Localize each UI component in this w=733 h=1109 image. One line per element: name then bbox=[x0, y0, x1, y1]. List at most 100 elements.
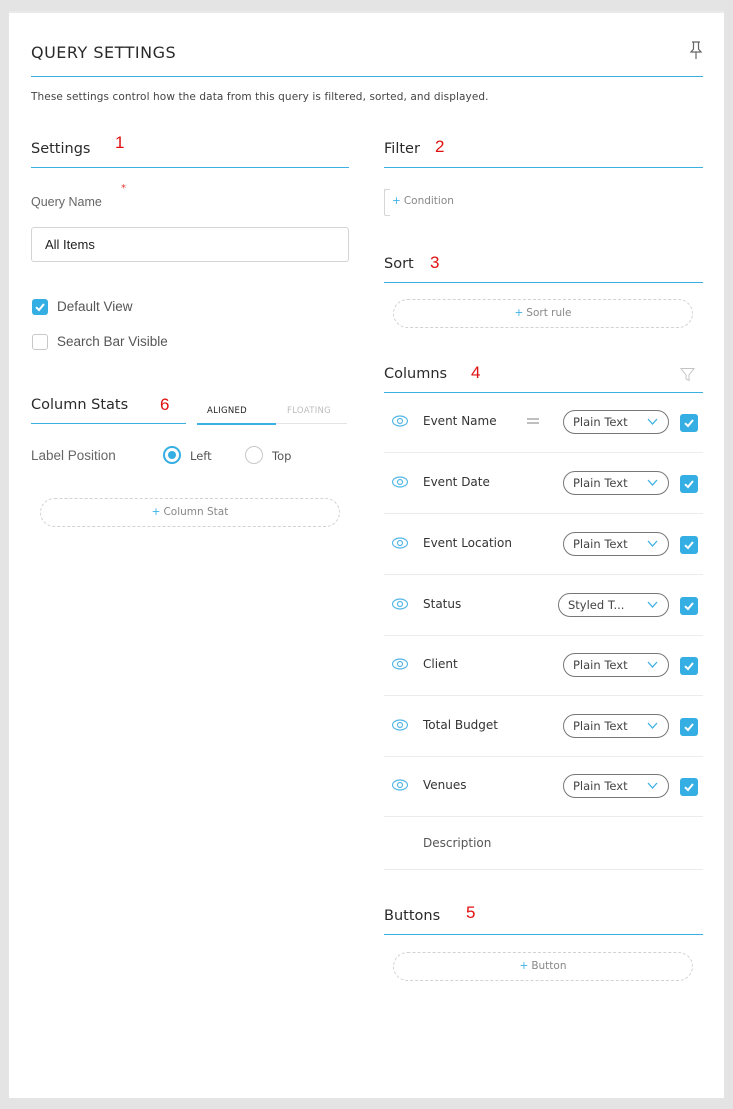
add-column-stat-button[interactable]: + Column Stat bbox=[40, 498, 340, 527]
column-name-description: Description bbox=[423, 836, 492, 850]
column-row[interactable]: Client Plain Text bbox=[384, 635, 703, 696]
drag-handle-icon[interactable] bbox=[526, 417, 540, 425]
check-icon bbox=[684, 541, 694, 550]
search-bar-visible-label: Search Bar Visible bbox=[57, 334, 168, 349]
settings-section-title: Settings bbox=[31, 137, 349, 168]
column-row[interactable]: Status Styled T... bbox=[384, 575, 703, 636]
eye-icon[interactable] bbox=[391, 718, 409, 732]
chevron-down-icon bbox=[647, 540, 658, 547]
column-visible-checkbox[interactable] bbox=[680, 536, 698, 554]
query-name-label: Query Name bbox=[31, 195, 102, 209]
column-type-value: Plain Text bbox=[573, 719, 628, 733]
plus-icon: + bbox=[514, 307, 524, 319]
column-name: Venues bbox=[423, 778, 467, 792]
settings-description: These settings control how the data from… bbox=[31, 91, 489, 103]
sort-title: Sort bbox=[384, 256, 414, 272]
pin-icon[interactable] bbox=[689, 41, 703, 61]
check-icon bbox=[684, 419, 694, 428]
column-visible-checkbox[interactable] bbox=[680, 475, 698, 493]
check-icon bbox=[684, 662, 694, 671]
column-type-select[interactable]: Plain Text bbox=[563, 410, 669, 434]
column-type-value: Plain Text bbox=[573, 658, 628, 672]
filter-section-title: Filter bbox=[384, 137, 703, 168]
column-visible-checkbox[interactable] bbox=[680, 597, 698, 615]
add-sort-rule-label: Sort rule bbox=[526, 307, 572, 319]
column-type-select[interactable]: Plain Text bbox=[563, 714, 669, 738]
check-icon bbox=[684, 723, 694, 732]
column-stats-tabs: ALIGNED FLOATING bbox=[197, 402, 347, 425]
check-icon bbox=[684, 480, 694, 489]
column-type-select[interactable]: Plain Text bbox=[563, 532, 669, 556]
eye-icon[interactable] bbox=[391, 778, 409, 792]
column-visible-checkbox[interactable] bbox=[680, 718, 698, 736]
column-type-value: Plain Text bbox=[573, 537, 628, 551]
annotation-number: 6 bbox=[160, 395, 170, 414]
column-type-select[interactable]: Plain Text bbox=[563, 471, 669, 495]
active-tab-indicator bbox=[197, 423, 276, 425]
add-condition-button[interactable]: + Condition bbox=[384, 189, 454, 216]
column-row[interactable]: Event Location Plain Text bbox=[384, 514, 703, 575]
add-button-button[interactable]: + Button bbox=[393, 952, 693, 981]
radio-top[interactable] bbox=[245, 446, 263, 464]
eye-icon[interactable] bbox=[391, 536, 409, 550]
column-visible-checkbox[interactable] bbox=[680, 778, 698, 796]
radio-left[interactable] bbox=[163, 446, 181, 464]
buttons-section-title: Buttons bbox=[384, 904, 703, 935]
add-sort-rule-button[interactable]: + Sort rule bbox=[393, 299, 693, 328]
eye-icon[interactable] bbox=[391, 475, 409, 489]
chevron-down-icon bbox=[647, 782, 658, 789]
tab-aligned[interactable]: ALIGNED bbox=[207, 406, 247, 416]
column-type-select[interactable]: Plain Text bbox=[563, 653, 669, 677]
column-type-value: Styled T... bbox=[568, 598, 625, 612]
column-type-value: Plain Text bbox=[573, 476, 628, 490]
radio-top-label: Top bbox=[272, 449, 292, 463]
chevron-down-icon bbox=[647, 722, 658, 729]
check-icon bbox=[684, 602, 694, 611]
column-name: Total Budget bbox=[423, 718, 498, 732]
column-row[interactable]: Event Date Plain Text bbox=[384, 453, 703, 514]
filter-title: Filter bbox=[384, 141, 420, 157]
chevron-down-icon bbox=[647, 479, 658, 486]
columns-title: Columns bbox=[384, 366, 448, 382]
annotation-number: 2 bbox=[435, 137, 445, 156]
page-title: QUERY SETTINGS bbox=[31, 43, 177, 62]
eye-icon[interactable] bbox=[391, 657, 409, 671]
search-bar-visible-checkbox[interactable] bbox=[32, 334, 48, 350]
plus-icon: + bbox=[519, 960, 529, 972]
column-visible-checkbox[interactable] bbox=[680, 414, 698, 432]
default-view-label: Default View bbox=[57, 299, 133, 314]
eye-icon[interactable] bbox=[391, 597, 409, 611]
chevron-down-icon bbox=[647, 661, 658, 668]
annotation-number: 1 bbox=[115, 133, 125, 152]
column-row[interactable]: Event Name Plain Text bbox=[384, 392, 703, 453]
plus-icon: + bbox=[392, 195, 401, 207]
add-column-stat-label: Column Stat bbox=[163, 506, 229, 518]
column-row[interactable]: Total Budget Plain Text bbox=[384, 696, 703, 757]
columns-section-title: Columns bbox=[384, 362, 703, 393]
column-type-value: Plain Text bbox=[573, 779, 628, 793]
plus-icon: + bbox=[151, 506, 161, 518]
column-type-select[interactable]: Styled T... bbox=[558, 593, 669, 617]
column-name: Event Name bbox=[423, 414, 497, 428]
buttons-title: Buttons bbox=[384, 908, 441, 924]
eye-icon[interactable] bbox=[391, 414, 409, 428]
divider bbox=[384, 869, 703, 870]
column-name: Event Date bbox=[423, 475, 490, 489]
radio-left-label: Left bbox=[190, 449, 212, 463]
annotation-number: 3 bbox=[430, 253, 440, 272]
column-row[interactable]: Venues Plain Text bbox=[384, 756, 703, 817]
tab-floating[interactable]: FLOATING bbox=[287, 406, 331, 416]
required-marker: * bbox=[121, 183, 126, 194]
query-name-input[interactable]: All Items bbox=[31, 227, 349, 262]
panel-header: QUERY SETTINGS bbox=[31, 39, 703, 77]
funnel-icon[interactable] bbox=[680, 367, 695, 382]
column-type-select[interactable]: Plain Text bbox=[563, 774, 669, 798]
column-name: Client bbox=[423, 657, 458, 671]
column-name: Status bbox=[423, 597, 462, 611]
column-stats-title: Column Stats bbox=[31, 397, 129, 413]
settings-title: Settings bbox=[31, 141, 91, 157]
default-view-checkbox[interactable] bbox=[32, 299, 48, 315]
annotation-number: 4 bbox=[471, 363, 481, 382]
add-condition-label: Condition bbox=[403, 195, 454, 207]
column-visible-checkbox[interactable] bbox=[680, 657, 698, 675]
